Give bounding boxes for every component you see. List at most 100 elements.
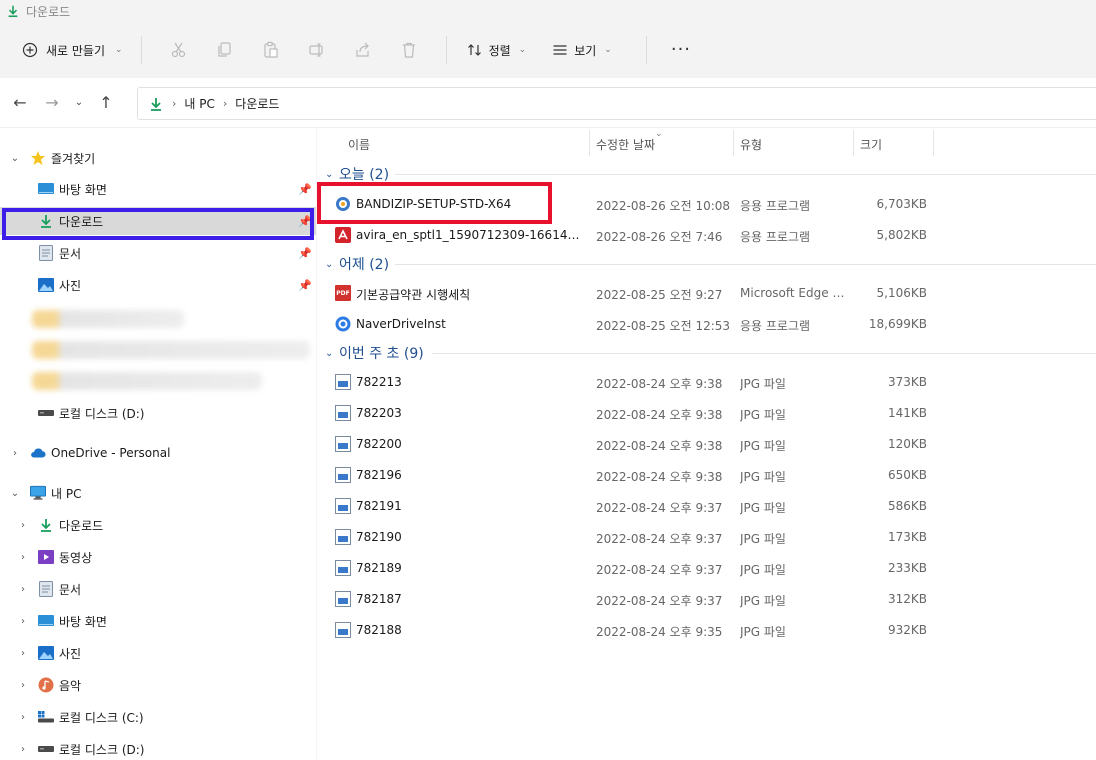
address-row: ← → ⌄ ↑ › 내 PC › 다운로드 [0,78,1096,128]
sidebar-item-pc-downloads[interactable]: › 다운로드 [0,511,316,539]
chevron-right-icon[interactable]: › [17,520,29,531]
column-header-date[interactable]: 수정한 날짜 [596,136,655,153]
file-row[interactable]: 782188 2022-08-24 오후 9:35 JPG 파일 932KB [317,615,1096,646]
column-divider[interactable] [933,130,934,156]
sidebar-item-pc-documents[interactable]: › 문서 [0,575,316,603]
group-header-yesterday[interactable]: ⌄ 어제 (2) [317,251,1096,277]
sidebar-item-pictures[interactable]: 사진 📌 [0,271,316,299]
file-row[interactable]: 782191 2022-08-24 오후 9:37 JPG 파일 586KB [317,491,1096,522]
sidebar-item-desktop[interactable]: 바탕 화면 📌 [0,175,316,203]
group-label: 어제 (2) [339,257,390,273]
share-button[interactable] [340,34,386,66]
sidebar-item-local-disk-d[interactable]: 로컬 디스크 (D:) [0,399,316,427]
sort-button[interactable]: 정렬 ⌄ [461,34,533,66]
blurred-sidebar-item[interactable] [32,310,184,328]
file-size: 120KB [887,437,927,451]
sidebar-item-label: 로컬 디스크 (D:) [59,742,145,757]
file-row[interactable]: NaverDriveInst 2022-08-25 오전 12:53 응용 프로… [317,309,1096,340]
breadcrumb-this-pc[interactable]: 내 PC [184,95,214,112]
file-date: 2022-08-24 오후 9:35 [596,625,723,639]
group-header-earlier-this-week[interactable]: ⌄ 이번 주 초 (9) [317,340,1096,366]
blurred-sidebar-item[interactable] [32,372,262,390]
sidebar-item-pc-local-disk-d[interactable]: › 로컬 디스크 (D:) [0,735,316,760]
file-date: 2022-08-25 오전 9:27 [596,288,723,302]
toolbar-divider [645,36,647,64]
sidebar-item-local-disk-c[interactable]: › 로컬 디스크 (C:) [0,703,316,731]
chevron-right-icon[interactable]: › [17,744,29,755]
sidebar-item-label: 동영상 [59,550,93,565]
cut-button[interactable] [156,34,202,66]
chevron-down-icon[interactable]: ⌄ [325,259,333,270]
column-divider[interactable] [733,130,734,156]
file-row[interactable]: 782189 2022-08-24 오후 9:37 JPG 파일 233KB [317,553,1096,584]
column-header-name[interactable]: 이름 [348,136,370,153]
file-size: 5,106KB [876,286,927,300]
file-row[interactable]: 782200 2022-08-24 오후 9:38 JPG 파일 120KB [317,429,1096,460]
chevron-down-icon[interactable]: ⌄ [9,153,21,164]
chevron-down-icon: ⌄ [74,97,84,108]
breadcrumb-chevron-icon: › [172,97,177,110]
sidebar-item-documents[interactable]: 문서 📌 [0,239,316,267]
music-icon [38,677,54,693]
blurred-sidebar-item[interactable] [32,341,310,359]
back-button[interactable]: ← [4,87,36,119]
file-name: 782200 [356,437,402,451]
column-header-size[interactable]: 크기 [860,136,882,153]
file-date: 2022-08-24 오후 9:38 [596,408,723,422]
new-button[interactable]: 새로 만들기 ⌄ [18,34,127,66]
sidebar-item-pc-desktop[interactable]: › 바탕 화면 [0,607,316,635]
rename-button[interactable] [294,34,340,66]
chevron-right-icon[interactable]: › [17,552,29,563]
recent-locations-button[interactable]: ⌄ [68,87,90,119]
breadcrumb-downloads[interactable]: 다운로드 [235,95,279,112]
file-row[interactable]: 782213 2022-08-24 오후 9:38 JPG 파일 373KB [317,367,1096,398]
more-options-button[interactable]: ··· [661,41,701,59]
sidebar-item-pc-pictures[interactable]: › 사진 [0,639,316,667]
chevron-right-icon[interactable]: › [17,648,29,659]
sidebar-item-quick-access[interactable]: ⌄ 즐겨찾기 [0,144,316,172]
sidebar-item-onedrive[interactable]: › OneDrive - Personal [0,439,316,467]
address-bar[interactable]: › 내 PC › 다운로드 [137,87,1096,120]
rename-icon [308,43,323,57]
sidebar-item-label: 바탕 화면 [59,614,107,629]
chevron-down-icon[interactable]: ⌄ [9,488,21,499]
up-button[interactable]: ↑ [90,87,122,119]
delete-button[interactable] [386,34,432,66]
sidebar-item-videos[interactable]: › 동영상 [0,543,316,571]
file-name: 782187 [356,592,402,606]
chevron-right-icon[interactable]: › [9,448,21,459]
chevron-down-icon[interactable]: ⌄ [325,348,333,359]
file-size: 173KB [887,530,927,544]
column-divider[interactable] [853,130,854,156]
file-list: 이름 수정한 날짜 ⌄ 유형 크기 ⌄ 오늘 (2) BANDIZIP-SETU… [316,128,1096,760]
file-row[interactable]: PDF 기본공급약관 시행세칙 2022-08-25 오전 9:27 Micro… [317,278,1096,309]
file-date: 2022-08-25 오전 12:53 [596,319,731,333]
file-type: JPG 파일 [740,594,786,608]
column-header-type[interactable]: 유형 [740,136,762,153]
chevron-right-icon[interactable]: › [17,616,29,627]
chevron-right-icon[interactable]: › [17,584,29,595]
file-row[interactable]: 782196 2022-08-24 오후 9:38 JPG 파일 650KB [317,460,1096,491]
jpg-file-icon [335,467,351,483]
sidebar-item-label: 사진 [59,646,82,661]
forward-button[interactable]: → [36,87,68,119]
document-icon [38,581,54,597]
file-row[interactable]: 782203 2022-08-24 오후 9:38 JPG 파일 141KB [317,398,1096,429]
file-type: JPG 파일 [740,563,786,577]
file-type: 응용 프로그램 [740,230,811,244]
sidebar-item-music[interactable]: › 음악 [0,671,316,699]
column-divider[interactable] [589,130,590,156]
chevron-right-icon[interactable]: › [17,712,29,723]
file-row[interactable]: avira_en_sptl1_1590712309-1661467546 202… [317,220,1096,251]
chevron-right-icon[interactable]: › [17,680,29,691]
chevron-down-icon[interactable]: ⌄ [325,169,333,180]
jpg-file-icon [335,405,351,421]
sidebar-item-this-pc[interactable]: ⌄ 내 PC [0,479,316,507]
file-row[interactable]: 782187 2022-08-24 오후 9:37 JPG 파일 312KB [317,584,1096,615]
paste-button[interactable] [248,34,294,66]
view-button[interactable]: 보기 ⌄ [546,34,618,66]
copy-button[interactable] [202,34,248,66]
pin-icon: 📌 [298,278,312,292]
file-row[interactable]: 782190 2022-08-24 오후 9:37 JPG 파일 173KB [317,522,1096,553]
download-icon [8,5,18,18]
